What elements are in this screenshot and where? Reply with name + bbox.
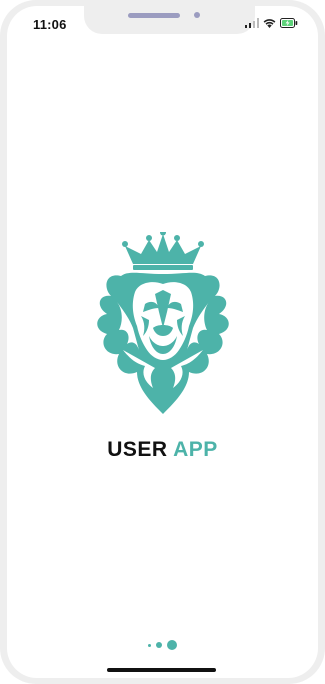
app-title-app: APP	[173, 438, 218, 461]
device-frame: 11:06 USER APP	[0, 0, 325, 684]
app-screen: 11:06 USER APP	[7, 6, 318, 678]
lion-crown-icon	[96, 232, 229, 414]
wifi-icon	[263, 19, 276, 28]
battery-charging-icon	[280, 18, 298, 28]
page-dot-3-active	[167, 640, 177, 650]
speaker-grille	[128, 13, 180, 18]
status-icons	[245, 18, 298, 28]
app-title: USER APP	[7, 438, 318, 462]
splash-content: USER APP	[7, 232, 318, 462]
signal-icon	[245, 18, 259, 28]
page-indicator	[7, 640, 318, 650]
page-dot-2	[156, 642, 162, 648]
status-time: 11:06	[33, 17, 67, 32]
page-dot-1	[148, 643, 151, 647]
app-title-user: USER	[107, 438, 168, 461]
home-indicator[interactable]	[107, 668, 216, 672]
device-notch	[84, 6, 255, 34]
camera-icon	[194, 12, 200, 18]
